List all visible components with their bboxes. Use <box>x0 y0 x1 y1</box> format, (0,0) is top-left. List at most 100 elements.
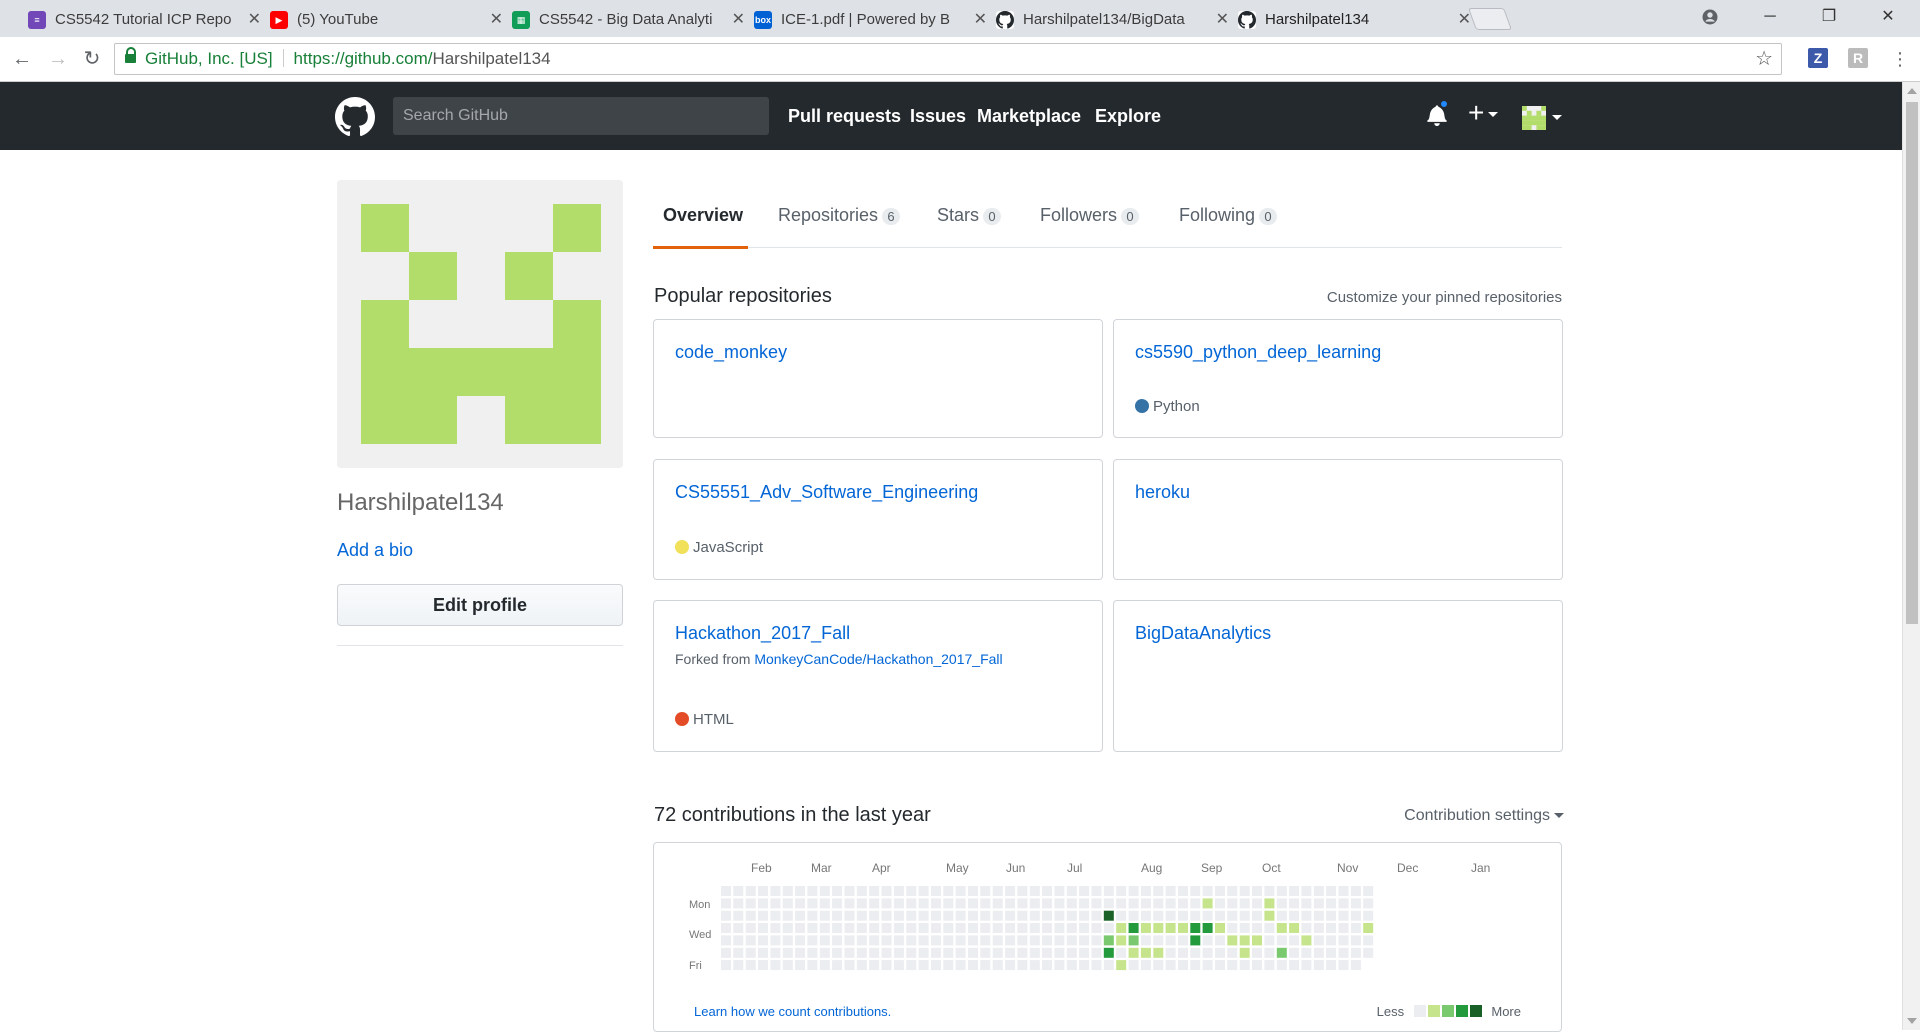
contribution-day[interactable] <box>1289 960 1300 971</box>
contribution-day[interactable] <box>1264 886 1275 896</box>
contribution-day[interactable] <box>1301 960 1312 971</box>
contribution-day[interactable] <box>1103 886 1114 896</box>
contribution-day[interactable] <box>844 886 855 896</box>
contribution-day[interactable] <box>1140 935 1151 946</box>
contribution-day[interactable] <box>733 886 744 896</box>
contribution-day[interactable] <box>1190 960 1201 971</box>
contribution-day[interactable] <box>745 910 756 921</box>
tab-following[interactable]: Following 0 <box>1179 204 1278 226</box>
contribution-day[interactable] <box>1202 910 1213 921</box>
repo-link[interactable]: BigDataAnalytics <box>1135 623 1271 644</box>
contribution-day[interactable] <box>918 886 929 896</box>
contribution-day[interactable] <box>1017 898 1028 909</box>
contribution-day[interactable] <box>1005 935 1016 946</box>
contribution-day[interactable] <box>943 947 954 958</box>
contribution-day[interactable] <box>721 910 731 921</box>
repo-link[interactable]: code_monkey <box>675 342 787 363</box>
profile-icon[interactable] <box>1685 0 1735 34</box>
contribution-day[interactable] <box>1215 935 1225 946</box>
contribution-day[interactable] <box>782 898 793 909</box>
contribution-day[interactable] <box>1239 935 1250 946</box>
user-avatar-menu[interactable] <box>1522 106 1546 130</box>
contribution-day[interactable] <box>881 898 892 909</box>
contribution-day[interactable] <box>1128 910 1139 921</box>
contribution-day[interactable] <box>1289 923 1300 933</box>
contribution-day[interactable] <box>745 947 756 958</box>
contribution-day[interactable] <box>1338 910 1349 921</box>
contribution-day[interactable] <box>1313 898 1324 909</box>
contribution-day[interactable] <box>1190 923 1201 933</box>
contribution-day[interactable] <box>832 886 843 896</box>
contribution-day[interactable] <box>795 947 806 958</box>
contribution-day[interactable] <box>992 898 1003 909</box>
contribution-day[interactable] <box>1005 898 1016 909</box>
contribution-day[interactable] <box>1091 935 1102 946</box>
contribution-day[interactable] <box>758 910 768 921</box>
contribution-day[interactable] <box>1029 886 1040 896</box>
repo-link[interactable]: cs5590_python_deep_learning <box>1135 342 1381 363</box>
contribution-day[interactable] <box>1029 923 1040 933</box>
contribution-day[interactable] <box>1252 898 1262 909</box>
contribution-day[interactable] <box>1178 923 1188 933</box>
contribution-day[interactable] <box>992 923 1003 933</box>
browser-tab[interactable]: ▦ CS5542 - Big Data Analyti ✕ <box>512 2 757 37</box>
contribution-day[interactable] <box>1338 960 1349 971</box>
contribution-day[interactable] <box>1153 960 1164 971</box>
search-input[interactable] <box>393 97 769 135</box>
contribution-day[interactable] <box>844 935 855 946</box>
contribution-day[interactable] <box>1140 947 1151 958</box>
contribution-day[interactable] <box>1252 910 1262 921</box>
contribution-day[interactable] <box>1103 935 1114 946</box>
contribution-day[interactable] <box>782 886 793 896</box>
contribution-day[interactable] <box>1140 960 1151 971</box>
contribution-day[interactable] <box>1128 898 1139 909</box>
contribution-day[interactable] <box>733 923 744 933</box>
scrollbar-thumb[interactable] <box>1906 102 1918 624</box>
contribution-day[interactable] <box>881 886 892 896</box>
reload-icon[interactable]: ↻ <box>78 45 106 73</box>
contribution-day[interactable] <box>1276 886 1287 896</box>
nav-issues[interactable]: Issues <box>910 106 966 126</box>
contribution-day[interactable] <box>1091 898 1102 909</box>
contribution-day[interactable] <box>968 910 978 921</box>
contribution-day[interactable] <box>1079 923 1090 933</box>
contribution-day[interactable] <box>906 935 917 946</box>
contribution-day[interactable] <box>1190 886 1201 896</box>
contribution-day[interactable] <box>1005 960 1016 971</box>
contribution-day[interactable] <box>869 960 880 971</box>
contribution-day[interactable] <box>1128 935 1139 946</box>
contribution-day[interactable] <box>807 898 818 909</box>
contribution-day[interactable] <box>869 935 880 946</box>
contribution-day[interactable] <box>1202 886 1213 896</box>
contribution-day[interactable] <box>1215 923 1225 933</box>
caret-down-icon[interactable] <box>1552 115 1562 120</box>
contribution-day[interactable] <box>980 886 991 896</box>
contribution-day[interactable] <box>1054 947 1065 958</box>
contribution-day[interactable] <box>807 886 818 896</box>
contribution-day[interactable] <box>1153 923 1164 933</box>
contribution-day[interactable] <box>782 910 793 921</box>
contribution-day[interactable] <box>1350 886 1361 896</box>
contribution-day[interactable] <box>1066 923 1077 933</box>
close-tab-icon[interactable]: ✕ <box>974 2 987 37</box>
contribution-day[interactable] <box>1239 886 1250 896</box>
contribution-day[interactable] <box>930 935 941 946</box>
profile-avatar[interactable] <box>337 180 623 468</box>
contribution-day[interactable] <box>1091 886 1102 896</box>
contribution-day[interactable] <box>1178 935 1188 946</box>
contribution-day[interactable] <box>955 923 966 933</box>
contribution-day[interactable] <box>1190 935 1201 946</box>
extension-icon[interactable]: R <box>1848 48 1868 68</box>
page-scrollbar[interactable] <box>1902 82 1920 1030</box>
contribution-day[interactable] <box>1042 960 1053 971</box>
contribution-day[interactable] <box>758 923 768 933</box>
contribution-day[interactable] <box>918 935 929 946</box>
contribution-day[interactable] <box>1252 935 1262 946</box>
contribution-day[interactable] <box>1066 886 1077 896</box>
contribution-day[interactable] <box>1202 947 1213 958</box>
contribution-day[interactable] <box>1202 898 1213 909</box>
contribution-day[interactable] <box>1301 923 1312 933</box>
contribution-day[interactable] <box>807 923 818 933</box>
contribution-day[interactable] <box>733 935 744 946</box>
contribution-day[interactable] <box>1215 947 1225 958</box>
